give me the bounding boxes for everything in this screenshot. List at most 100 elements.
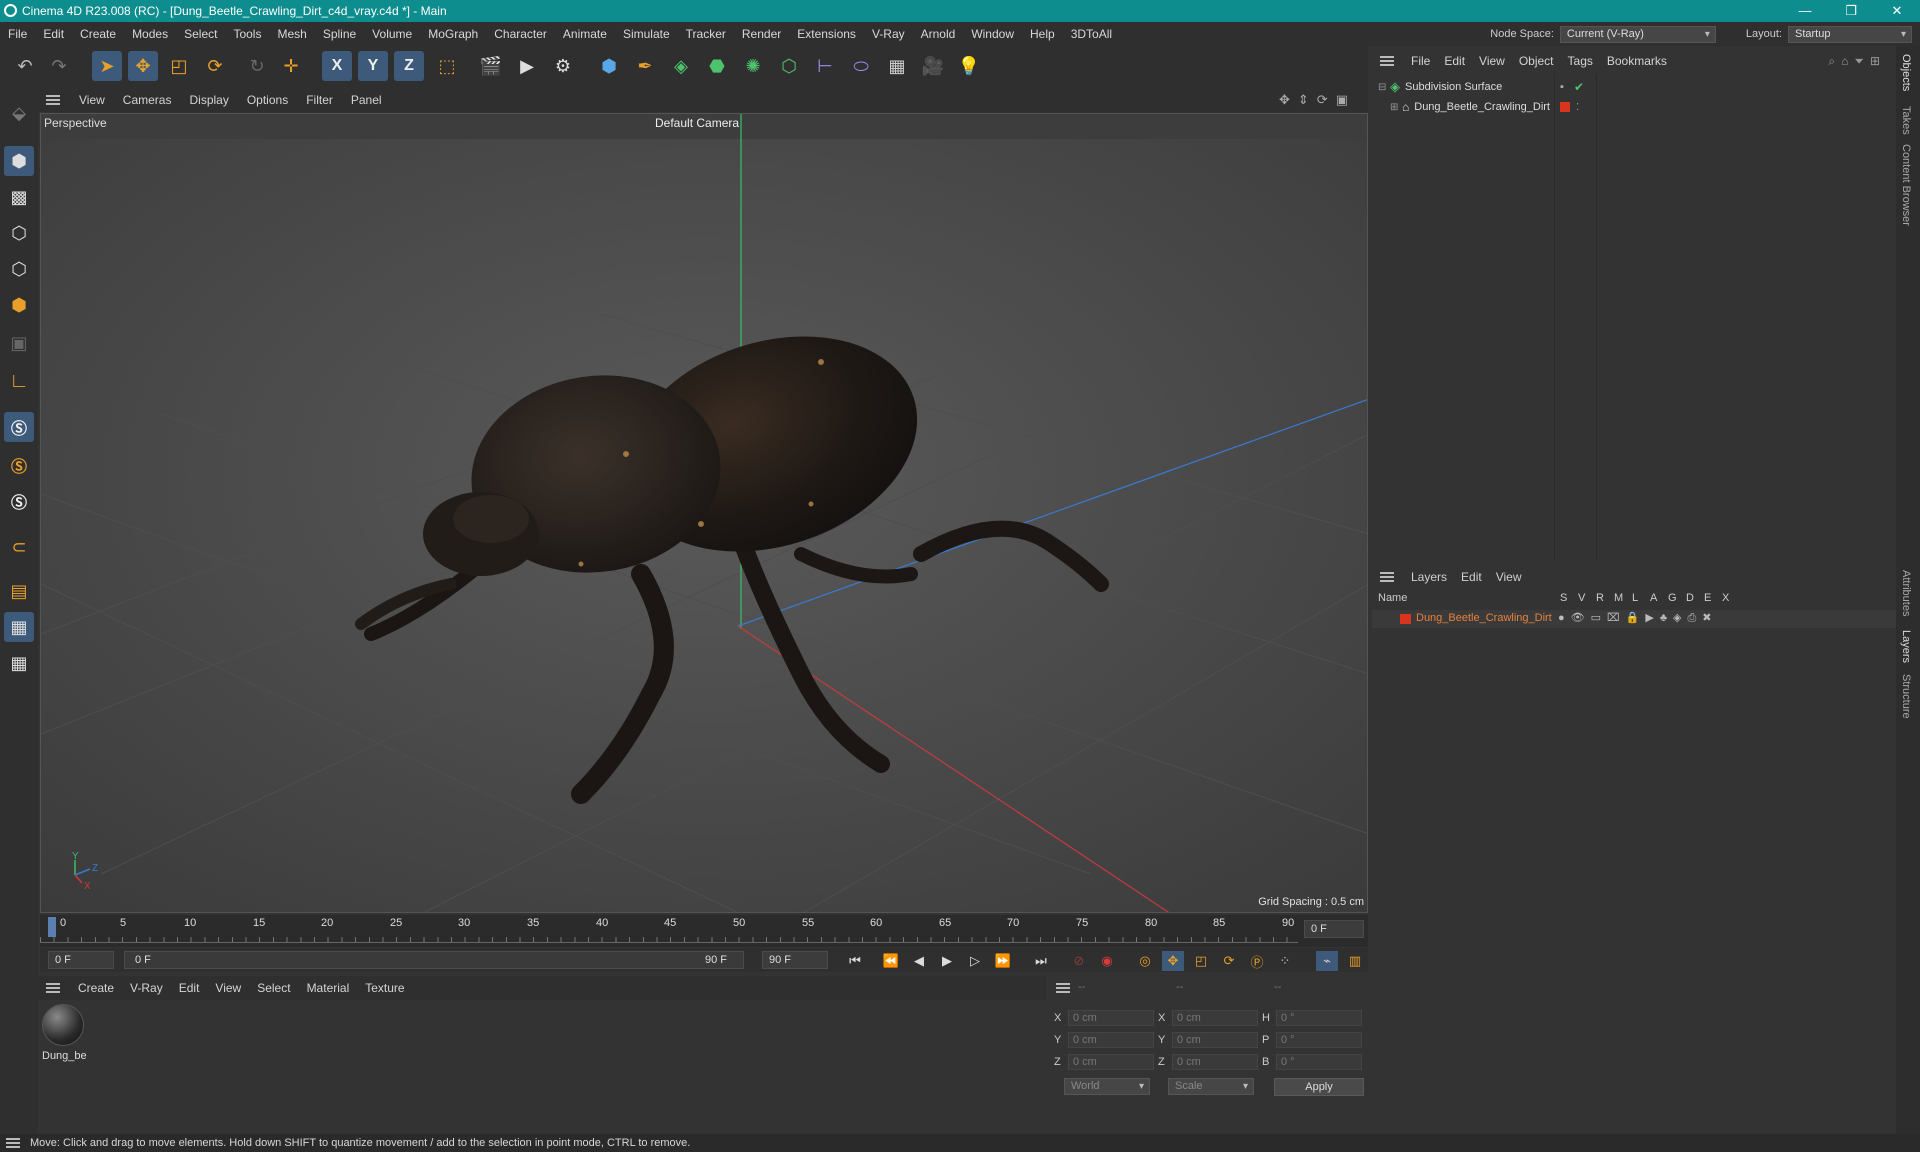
- layer-col-view[interactable]: V: [1578, 592, 1585, 604]
- viewport-menu-view[interactable]: View: [70, 93, 114, 107]
- menu-spline[interactable]: Spline: [315, 27, 364, 41]
- subdivision-generator-icon[interactable]: ◈: [666, 51, 696, 81]
- render-view-icon[interactable]: 🎬: [476, 51, 506, 81]
- menu-extensions[interactable]: Extensions: [789, 27, 864, 41]
- layer-hamburger-icon[interactable]: [1380, 572, 1394, 582]
- recent-tool-icon[interactable]: ↻: [242, 51, 272, 81]
- layer-col-xrefs[interactable]: X: [1722, 592, 1729, 604]
- coord-rot-b-field[interactable]: 0 °: [1276, 1054, 1362, 1070]
- magnet-tool-icon[interactable]: ⊂: [4, 532, 34, 562]
- material-menu-vray[interactable]: V-Ray: [122, 981, 171, 995]
- preview-range-slider[interactable]: 0 F 90 F: [124, 951, 744, 969]
- pen-spline-icon[interactable]: ✒: [630, 51, 660, 81]
- menu-mograph[interactable]: MoGraph: [420, 27, 486, 41]
- layer-menu-view[interactable]: View: [1489, 570, 1529, 584]
- layer-col-render[interactable]: R: [1596, 592, 1604, 604]
- material-menu-material[interactable]: Material: [299, 981, 358, 995]
- polygons-mode-icon[interactable]: ⬢: [4, 290, 34, 320]
- timeline-window-icon[interactable]: ⌁: [1316, 951, 1338, 971]
- end-frame-field[interactable]: 90 F: [762, 951, 828, 969]
- texture-mode-icon[interactable]: ▩: [4, 182, 34, 212]
- object-row-subdivision[interactable]: ⊟ ◈ Subdivision Surface ▪ ✔: [1378, 78, 1898, 96]
- expand-toggle-icon[interactable]: ⊞: [1390, 102, 1402, 113]
- object-menu-file[interactable]: File: [1404, 54, 1437, 68]
- layer-col-locked[interactable]: L: [1632, 592, 1638, 604]
- start-frame-field[interactable]: 0 F: [48, 951, 114, 969]
- layer-col-generators[interactable]: G: [1668, 592, 1677, 604]
- material-menu-texture[interactable]: Texture: [357, 981, 412, 995]
- undo-icon[interactable]: ↶: [10, 51, 40, 81]
- menu-tools[interactable]: Tools: [225, 27, 269, 41]
- keyframe-selection-icon[interactable]: ◎: [1134, 951, 1156, 971]
- rotate-tool-icon[interactable]: ⟳: [200, 51, 230, 81]
- coord-size-x-field[interactable]: 0 cm: [1172, 1010, 1258, 1026]
- rotation-key-icon[interactable]: ⟳: [1218, 951, 1240, 971]
- object-row-beetle[interactable]: ⊞ ⌂ Dung_Beetle_Crawling_Dirt ⁚: [1390, 98, 1900, 116]
- menu-select[interactable]: Select: [176, 27, 225, 41]
- redo-icon[interactable]: ↷: [44, 51, 74, 81]
- x-axis-lock-button[interactable]: X: [322, 51, 352, 81]
- locked-workplane-icon[interactable]: ▦: [4, 648, 34, 678]
- select-tool-icon[interactable]: ➤: [92, 51, 122, 81]
- record-active-objects-icon[interactable]: ⊘: [1068, 951, 1090, 971]
- viewport-menu-filter[interactable]: Filter: [297, 93, 342, 107]
- object-menu-bookmarks[interactable]: Bookmarks: [1600, 54, 1674, 68]
- axis-mode-icon[interactable]: ∟: [4, 366, 34, 396]
- coord-pos-x-field[interactable]: 0 cm: [1068, 1010, 1154, 1026]
- go-to-end-icon[interactable]: ⏭: [1030, 951, 1052, 971]
- restore-button[interactable]: ❐: [1828, 0, 1874, 22]
- menu-window[interactable]: Window: [963, 27, 1022, 41]
- field-icon[interactable]: ⬭: [846, 51, 876, 81]
- next-frame-icon[interactable]: ▷: [964, 951, 986, 971]
- menu-animate[interactable]: Animate: [555, 27, 615, 41]
- object-manager-tool-icons[interactable]: ⌕⌂⏷⊞: [1828, 54, 1886, 69]
- autokeying-icon[interactable]: ◉: [1096, 951, 1118, 971]
- tab-objects[interactable]: Objects: [1900, 54, 1912, 91]
- model-mode-icon[interactable]: ⬢: [4, 146, 34, 176]
- menu-simulate[interactable]: Simulate: [615, 27, 678, 41]
- uv-mode-icon[interactable]: ▣: [4, 328, 34, 358]
- scale-tool-icon[interactable]: ◰: [164, 51, 194, 81]
- layer-col-solo[interactable]: S: [1560, 592, 1567, 604]
- previous-frame-icon[interactable]: ◀: [908, 951, 930, 971]
- timeline-ruler[interactable]: 0 5 10 15 20 25 30 35 40 45 50 55 60 65 …: [40, 915, 1368, 947]
- tab-attributes[interactable]: Attributes: [1900, 570, 1912, 616]
- layer-col-name[interactable]: Name: [1378, 592, 1407, 604]
- layer-col-animation[interactable]: A: [1650, 592, 1657, 604]
- layout-dropdown[interactable]: Startup: [1788, 25, 1912, 43]
- snap-settings-icon[interactable]: Ⓢ: [4, 450, 34, 480]
- material-hamburger-icon[interactable]: [46, 983, 60, 993]
- menu-create[interactable]: Create: [72, 27, 124, 41]
- close-button[interactable]: ✕: [1874, 0, 1920, 22]
- scale-key-icon[interactable]: ◰: [1190, 951, 1212, 971]
- visibility-dots-icon[interactable]: ⁚: [1576, 102, 1579, 113]
- previous-key-icon[interactable]: ⏪: [880, 951, 902, 971]
- position-key-icon[interactable]: ✥: [1162, 951, 1184, 971]
- layer-color-swatch[interactable]: [1560, 102, 1570, 112]
- menu-modes[interactable]: Modes: [124, 27, 176, 41]
- tab-content-browser[interactable]: Content Browser: [1900, 144, 1912, 226]
- coord-pos-z-field[interactable]: 0 cm: [1068, 1054, 1154, 1070]
- coordinate-system-icon[interactable]: ⬚: [432, 51, 462, 81]
- current-frame-field[interactable]: 0 F: [1304, 920, 1364, 938]
- object-menu-object[interactable]: Object: [1512, 54, 1561, 68]
- enabled-check-icon[interactable]: ✔: [1574, 80, 1584, 94]
- layer-menu-layers[interactable]: Layers: [1404, 570, 1454, 584]
- playhead-marker[interactable]: [48, 917, 56, 937]
- size-mode-dropdown[interactable]: Scale: [1168, 1078, 1254, 1095]
- coord-rot-p-field[interactable]: 0 °: [1276, 1032, 1362, 1048]
- menu-volume[interactable]: Volume: [364, 27, 420, 41]
- coord-rot-h-field[interactable]: 0 °: [1276, 1010, 1362, 1026]
- render-settings-icon[interactable]: ⚙: [548, 51, 578, 81]
- menu-help[interactable]: Help: [1022, 27, 1063, 41]
- expand-toggle-icon[interactable]: ⊟: [1378, 82, 1390, 93]
- viewport-menu-panel[interactable]: Panel: [342, 93, 391, 107]
- render-picture-viewer-icon[interactable]: ▶: [512, 51, 542, 81]
- material-menu-edit[interactable]: Edit: [171, 981, 208, 995]
- apply-button[interactable]: Apply: [1274, 1078, 1364, 1096]
- object-menu-view[interactable]: View: [1472, 54, 1512, 68]
- make-editable-icon[interactable]: ⬙: [4, 98, 34, 128]
- y-axis-lock-button[interactable]: Y: [358, 51, 388, 81]
- light-icon[interactable]: 💡: [954, 51, 984, 81]
- layer-col-expressions[interactable]: E: [1704, 592, 1711, 604]
